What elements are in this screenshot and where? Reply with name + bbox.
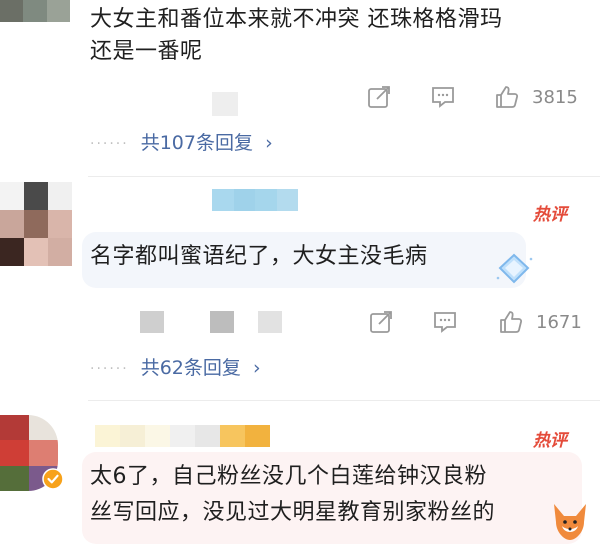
view-replies-link[interactable]: ······ 共107条回复 › [90, 128, 273, 155]
avatar[interactable] [0, 0, 70, 22]
divider [88, 176, 600, 177]
avatar[interactable] [0, 182, 72, 266]
blurred-meta [210, 311, 234, 333]
diamond-sticker-icon [494, 252, 534, 286]
blurred-meta [258, 311, 282, 333]
reply-count-label: 共107条回复 [140, 132, 253, 154]
blurred-meta [140, 311, 164, 333]
comment-line: 还是一番呢 [90, 39, 203, 64]
reply-count-label: 共62条回复 [140, 357, 241, 379]
comment-icon[interactable] [430, 84, 456, 110]
chevron-right-icon: › [252, 357, 261, 379]
blurred-meta [212, 92, 238, 116]
hot-comment-badge: 热评 [533, 431, 567, 451]
thumbs-up-icon[interactable] [494, 84, 520, 110]
chevron-right-icon: › [265, 132, 273, 154]
like-count: 1671 [536, 312, 582, 333]
divider [88, 400, 600, 401]
hot-comment-badge: 热评 [533, 205, 567, 225]
view-replies-link[interactable]: ······ 共62条回复 › [90, 353, 261, 380]
username-blurred[interactable] [212, 189, 298, 211]
comment-text: 名字都叫蜜语纪了，大女主没毛病 [90, 241, 428, 273]
comment-line: 丝写回应，没见过大明星教育别家粉丝的 [90, 500, 496, 525]
verified-badge-icon [42, 468, 64, 490]
comment-icon[interactable] [432, 309, 458, 335]
comment-text: 大女主和番位本来就不冲突 还珠格格滑玛 还是一番呢 [90, 4, 503, 68]
comment-line: 名字都叫蜜语纪了，大女主没毛病 [90, 244, 428, 269]
comment-line: 太6了，自己粉丝没几个白莲给钟汉良粉 [90, 464, 487, 489]
like-count: 3815 [532, 87, 578, 108]
comment-line: 大女主和番位本来就不冲突 还珠格格滑玛 [90, 7, 503, 32]
share-icon[interactable] [368, 309, 394, 335]
dots: ······ [90, 360, 129, 377]
username-blurred[interactable] [95, 425, 270, 447]
thumbs-up-icon[interactable] [498, 309, 524, 335]
comment-text: 太6了，自己粉丝没几个白莲给钟汉良粉 丝写回应，没见过大明星教育别家粉丝的 [90, 459, 495, 531]
share-icon[interactable] [366, 84, 392, 110]
dots: ······ [90, 135, 129, 152]
fox-mascot-icon [548, 500, 592, 541]
